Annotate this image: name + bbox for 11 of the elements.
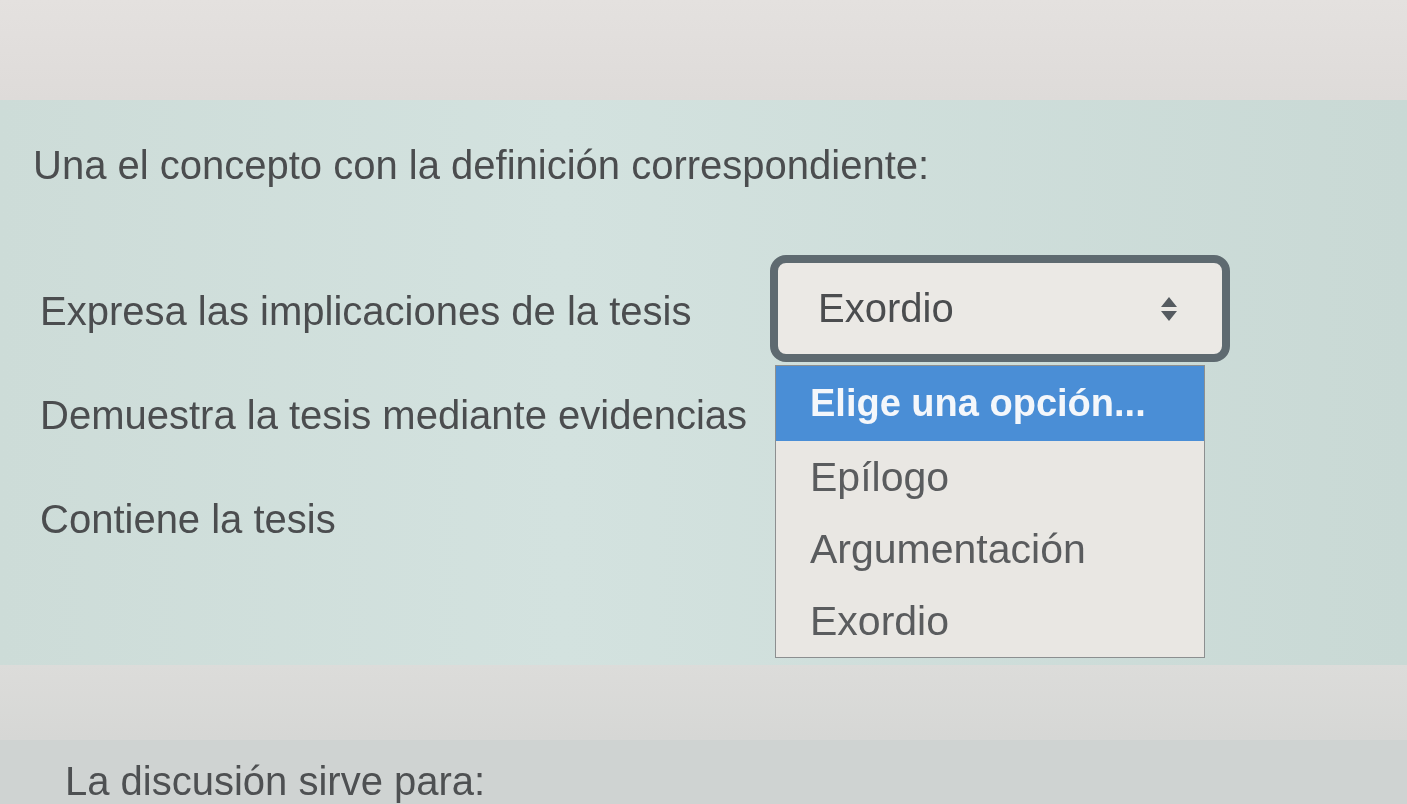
definition-text: Contiene la tesis xyxy=(40,495,337,542)
dropdown-option[interactable]: Argumentación xyxy=(776,513,1204,585)
definition-text: Expresa las implicaciones de la tesis xyxy=(40,287,693,334)
question-prompt: Una el concepto con la definición correspondiente: xyxy=(33,142,931,188)
dropdown-option[interactable]: Epílogo xyxy=(776,441,1204,513)
select-field[interactable]: Exordio xyxy=(770,255,1230,362)
dropdown-option[interactable]: Exordio xyxy=(776,585,1204,657)
dropdown-option[interactable]: Elige una opción... xyxy=(776,366,1204,441)
question-prompt: La discusión sirve para: xyxy=(65,760,487,802)
definition-text: Demuestra la tesis mediante evidencias xyxy=(40,391,748,438)
up-down-arrows-icon xyxy=(1161,296,1177,321)
